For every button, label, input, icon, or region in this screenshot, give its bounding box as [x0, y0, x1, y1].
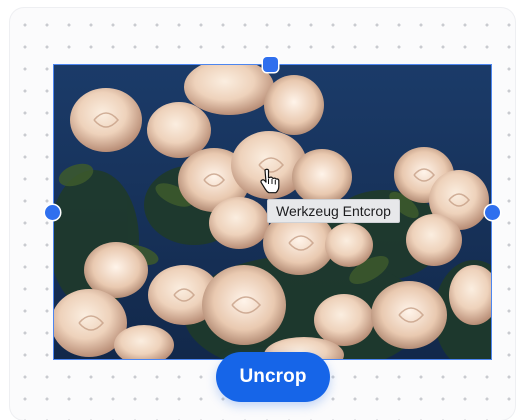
tooltip: Werkzeug Entcrop	[267, 199, 400, 223]
crop-handle-right[interactable]	[485, 205, 500, 220]
uncrop-button[interactable]: Uncrop	[216, 352, 330, 402]
crop-handle-left[interactable]	[45, 205, 60, 220]
crop-handle-top[interactable]	[263, 57, 278, 72]
hand-pointer-icon	[258, 168, 280, 194]
